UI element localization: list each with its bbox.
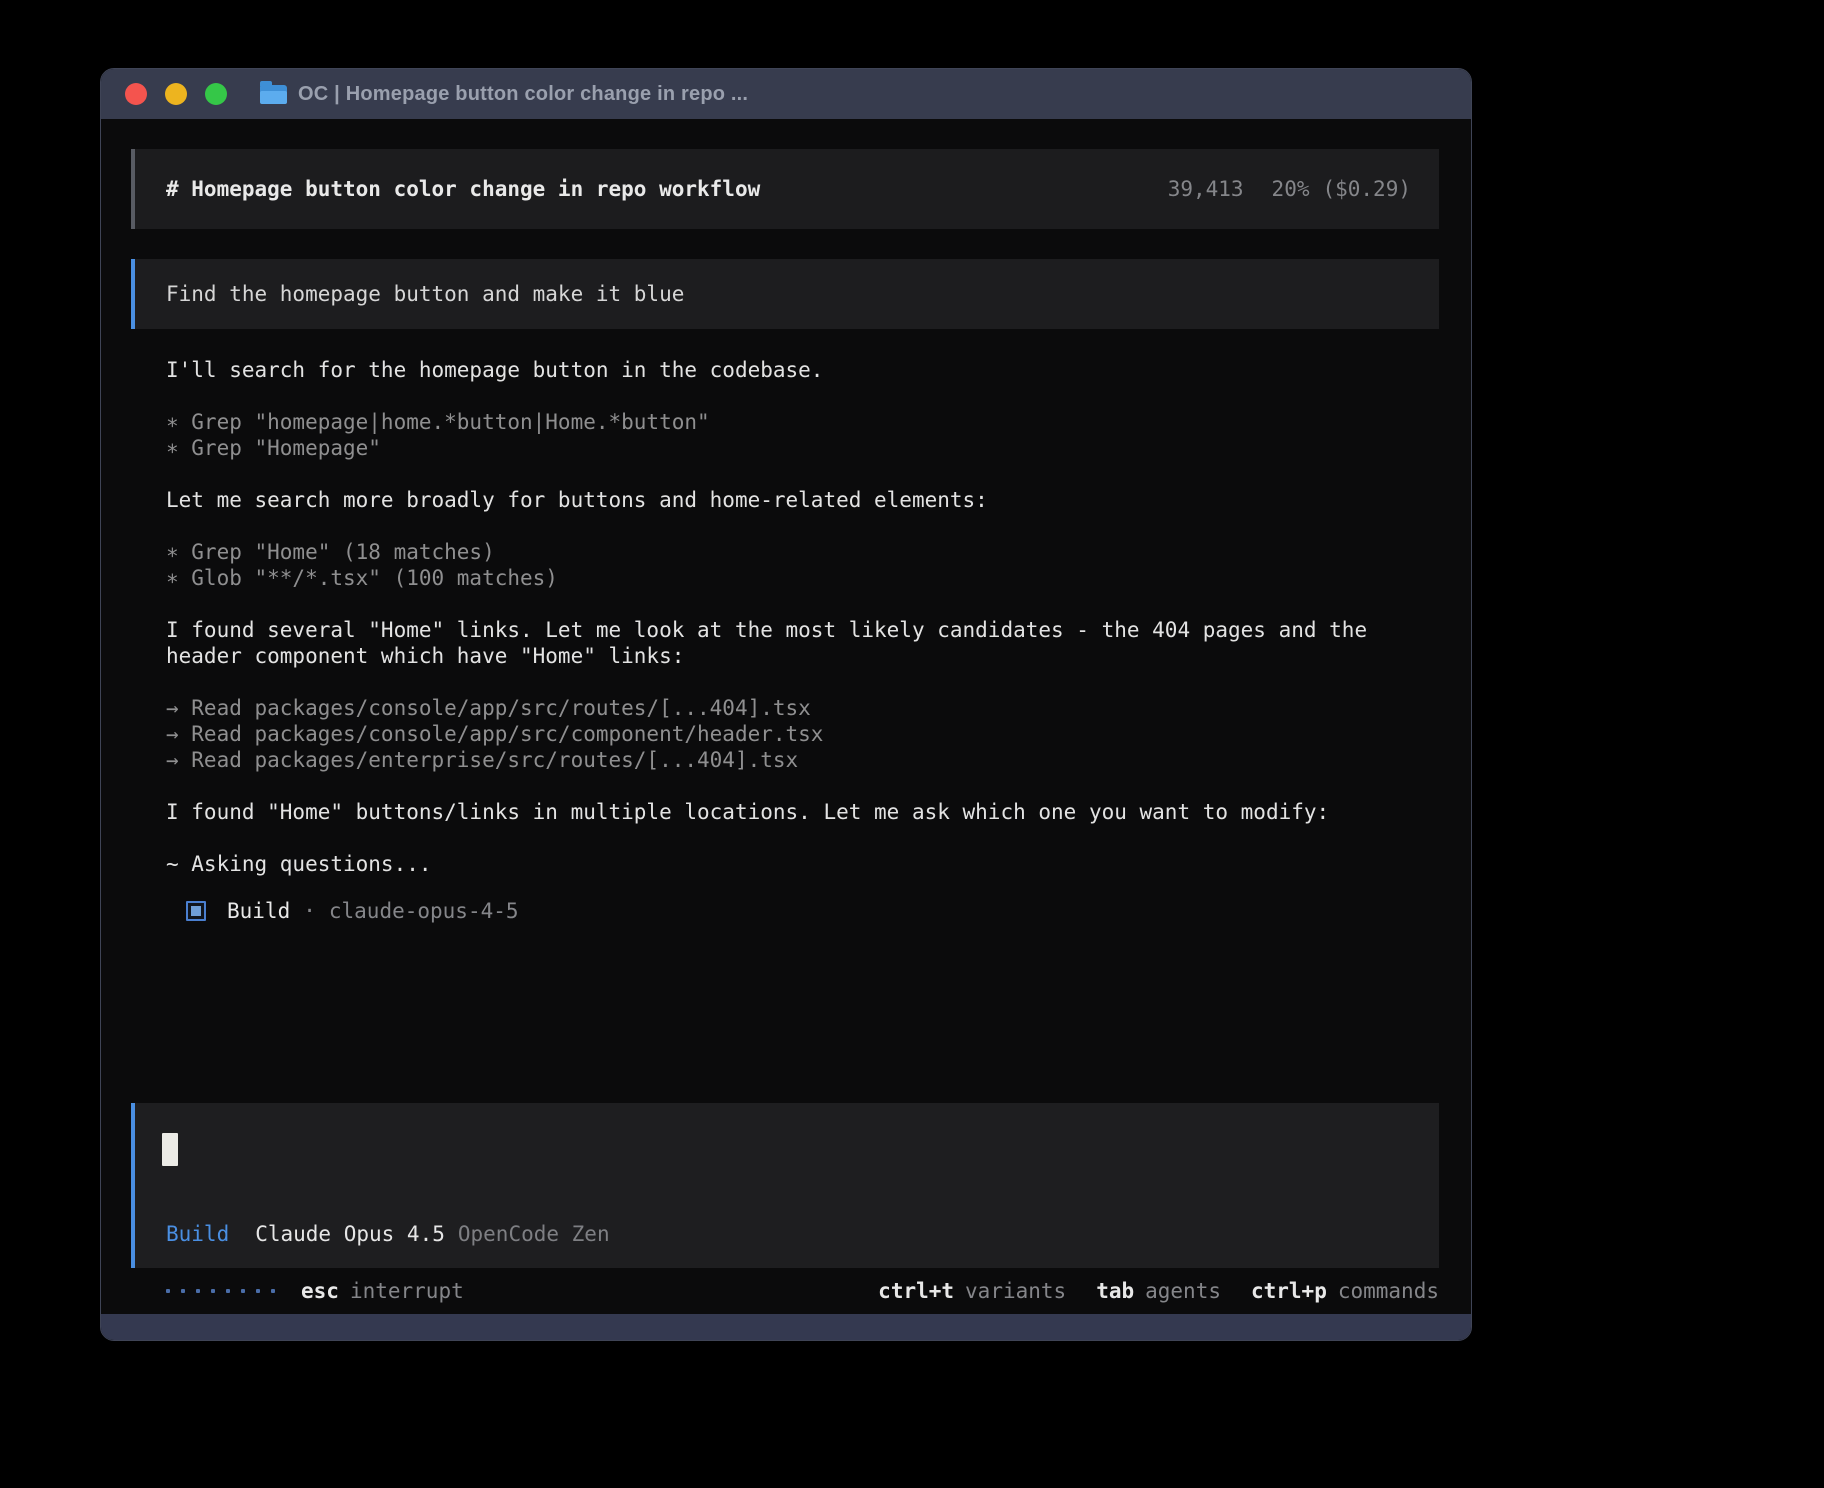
window-bottom-strip <box>101 1314 1471 1340</box>
composer-model: Claude Opus 4.5 <box>255 1222 445 1246</box>
zoom-button[interactable] <box>205 83 227 105</box>
transcript-line: ∗ Grep "Homepage" <box>166 435 1439 461</box>
terminal-window: OC | Homepage button color change in rep… <box>100 68 1472 1341</box>
text-cursor <box>162 1133 178 1166</box>
prompt-input[interactable]: Build Claude Opus 4.5 OpenCode Zen <box>131 1103 1439 1268</box>
agent-square-icon <box>186 901 206 921</box>
session-cost: ($0.29) <box>1322 177 1411 201</box>
agent-model: claude-opus-4-5 <box>329 899 519 923</box>
context-percent: 20% <box>1272 177 1310 201</box>
shortcut-hint: ctrl+t variants <box>878 1279 1066 1303</box>
shortcut-hint: ctrl+p commands <box>1251 1279 1439 1303</box>
minimize-button[interactable] <box>165 83 187 105</box>
shortcut-hint: tab agents <box>1096 1279 1221 1303</box>
traffic-lights <box>125 83 227 105</box>
transcript-line <box>166 591 1439 617</box>
transcript-line: ~ Asking questions... <box>166 851 1439 877</box>
agent-name: Build <box>227 899 290 923</box>
transcript-line <box>166 383 1439 409</box>
composer-meta: Build Claude Opus 4.5 OpenCode Zen <box>166 1222 610 1246</box>
agent-status-row: Build · claude-opus-4-5 <box>131 899 1439 923</box>
transcript-line <box>166 461 1439 487</box>
assistant-transcript: I'll search for the homepage button in t… <box>131 357 1439 877</box>
folder-icon <box>260 85 287 104</box>
token-count: 39,413 <box>1168 177 1244 201</box>
transcript-line <box>166 825 1439 851</box>
transcript-line: I'll search for the homepage button in t… <box>166 357 1439 383</box>
status-bar: esc interrupt ctrl+t variants tab agents <box>131 1268 1439 1314</box>
composer-agent: Build <box>166 1222 229 1246</box>
esc-key-label: esc <box>301 1279 339 1303</box>
shortcut-hints: ctrl+t variants tab agents ctrl+p comman… <box>878 1279 1439 1303</box>
transcript-line: ∗ Grep "homepage|home.*button|Home.*butt… <box>166 409 1439 435</box>
session-header: # Homepage button color change in repo w… <box>131 149 1439 229</box>
close-button[interactable] <box>125 83 147 105</box>
composer-provider: OpenCode Zen <box>458 1222 610 1246</box>
transcript-line: I found "Home" buttons/links in multiple… <box>166 799 1439 825</box>
spinner-dots <box>166 1289 275 1293</box>
transcript-line <box>166 669 1439 695</box>
transcript-line: → Read packages/console/app/src/componen… <box>166 721 1439 747</box>
window-title: OC | Homepage button color change in rep… <box>298 83 748 106</box>
terminal-body: # Homepage button color change in repo w… <box>101 119 1471 1314</box>
window-titlebar: OC | Homepage button color change in rep… <box>101 69 1471 119</box>
transcript-line: → Read packages/enterprise/src/routes/[.… <box>166 747 1439 773</box>
transcript-line: ∗ Glob "**/*.tsx" (100 matches) <box>166 565 1439 591</box>
user-message: Find the homepage button and make it blu… <box>131 259 1439 329</box>
transcript-line <box>166 513 1439 539</box>
transcript-line: ∗ Grep "Home" (18 matches) <box>166 539 1439 565</box>
agent-separator: · <box>303 899 316 923</box>
transcript-line: Let me search more broadly for buttons a… <box>166 487 1439 513</box>
transcript-line: → Read packages/console/app/src/routes/[… <box>166 695 1439 721</box>
interrupt-label: interrupt <box>350 1279 464 1303</box>
session-stats: 39,413 20% ($0.29) <box>1168 177 1411 201</box>
transcript-line <box>166 773 1439 799</box>
transcript-line: I found several "Home" links. Let me loo… <box>166 617 1439 669</box>
user-message-text: Find the homepage button and make it blu… <box>166 282 684 306</box>
session-title: # Homepage button color change in repo w… <box>166 177 760 201</box>
interrupt-hint: esc interrupt <box>301 1279 464 1303</box>
